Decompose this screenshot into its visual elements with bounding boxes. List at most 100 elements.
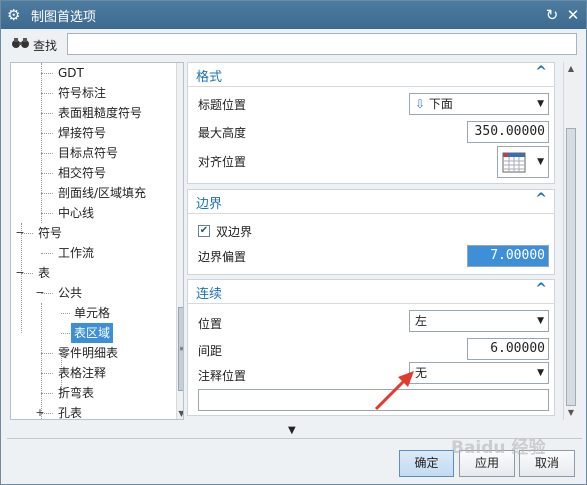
scroll-up-icon[interactable]: ▲ bbox=[564, 64, 578, 73]
tree-item[interactable]: − 公共 bbox=[11, 283, 176, 303]
settings-panel: 格式 ^ 标题位置 ⇩ 下面 ▼ 最大高度 350.00000 对齐位置 ▼ 边… bbox=[187, 62, 561, 420]
tree-connector bbox=[41, 193, 53, 194]
grip-icon: ≡ bbox=[179, 344, 183, 353]
position-select[interactable]: 左 ▼ bbox=[409, 310, 549, 332]
border-header[interactable]: 边界 ^ bbox=[188, 190, 554, 214]
tree-item-label: 表面粗糙度符号 bbox=[58, 106, 143, 120]
category-tree: + 孔表 折弯表 表格注释 零件明细表 表区域 单元格 − 公共 − 表工作流 − 符号 中心线 剖面线/区… bbox=[10, 62, 184, 420]
spacing-label: 间距 bbox=[198, 344, 223, 358]
title-bar: ⚙ 制图首选项 ↻ ✕ bbox=[1, 1, 586, 29]
tree-item[interactable]: 焊接符号 bbox=[11, 123, 176, 143]
tree-item[interactable]: 单元格 bbox=[11, 303, 176, 323]
collapse-icon[interactable]: − bbox=[15, 267, 25, 279]
note-position-select[interactable]: 无 ▼ bbox=[409, 362, 549, 384]
tree-item-label: 公共 bbox=[58, 286, 83, 300]
watermark: Baidu 经验 bbox=[451, 438, 546, 458]
expand-icon[interactable]: + bbox=[35, 407, 45, 419]
tree-connector bbox=[41, 393, 53, 394]
border-title: 边界 bbox=[196, 197, 223, 212]
collapse-icon[interactable]: ^ bbox=[535, 281, 547, 297]
calendar-icon bbox=[502, 151, 526, 179]
search-label: 查找 bbox=[33, 38, 58, 53]
title-position-value: 下面 bbox=[428, 97, 453, 111]
title-position-select[interactable]: ⇩ 下面 ▼ bbox=[409, 93, 549, 115]
preferences-dialog: ⚙ 制图首选项 ↻ ✕ 查找 + 孔表 折弯表 表格注释 零件明细表 表区域 单元格 − 公共 −… bbox=[0, 0, 587, 485]
tree-connector bbox=[41, 173, 53, 174]
tree-connector bbox=[41, 213, 53, 214]
format-header[interactable]: 格式 ^ bbox=[188, 63, 554, 87]
arrow-down-icon: ⇩ bbox=[415, 97, 426, 111]
note-position-label: 注释位置 bbox=[198, 369, 247, 383]
tree-item-label: 符号 bbox=[38, 226, 63, 240]
tree-item-label: 单元格 bbox=[74, 306, 111, 320]
scroll-down-icon[interactable]: ▼ bbox=[564, 408, 578, 417]
title-position-label: 标题位置 bbox=[198, 98, 247, 112]
tree-item[interactable]: 工作流 bbox=[11, 243, 176, 263]
tree-item-label: 表区域 bbox=[71, 323, 114, 343]
dropdown-icon: ▼ bbox=[537, 157, 544, 167]
tree-item[interactable]: 相交符号 bbox=[11, 163, 176, 183]
tree-item-label: 符号标注 bbox=[58, 86, 107, 100]
tree-connector bbox=[41, 253, 53, 254]
search-row: 查找 bbox=[1, 29, 586, 61]
align-position-select[interactable]: ▼ bbox=[497, 146, 549, 178]
tree-item[interactable]: − 表 bbox=[11, 263, 176, 283]
tree-item-label: 零件明细表 bbox=[58, 346, 119, 360]
tree-item[interactable]: 折弯表 bbox=[11, 383, 176, 403]
tree-item[interactable]: 表区域 bbox=[11, 323, 176, 343]
tree-item[interactable]: 表格注释 bbox=[11, 363, 176, 383]
tree-item-label: 孔表 bbox=[58, 406, 83, 420]
tree-item-label: 剖面线/区域填充 bbox=[58, 186, 147, 200]
tree-item-label: 工作流 bbox=[58, 246, 95, 260]
search-input[interactable] bbox=[67, 33, 577, 55]
tree-item[interactable]: 零件明细表 bbox=[11, 343, 176, 363]
max-height-field[interactable]: 350.00000 bbox=[467, 121, 549, 143]
tree-connector bbox=[41, 353, 53, 354]
tree-connector bbox=[61, 313, 70, 314]
tree-connector bbox=[41, 153, 53, 154]
collapse-icon[interactable]: − bbox=[15, 227, 25, 239]
tree-item[interactable]: 符号标注 bbox=[11, 83, 176, 103]
tree-item-label: GDT bbox=[58, 66, 84, 80]
tree-item[interactable]: 目标点符号 bbox=[11, 143, 176, 163]
tree-item-label: 中心线 bbox=[58, 206, 95, 220]
ok-button[interactable]: 确定 bbox=[399, 450, 454, 477]
tree-item-label: 表 bbox=[38, 266, 51, 280]
tree-item[interactable]: GDT bbox=[11, 63, 176, 83]
tree-item[interactable]: + 孔表 bbox=[11, 403, 176, 420]
tree-item[interactable]: 中心线 bbox=[11, 203, 176, 223]
panel-scrollbar[interactable]: ▲ ▼ bbox=[563, 62, 577, 420]
collapse-icon[interactable]: − bbox=[35, 287, 45, 299]
collapse-icon[interactable]: ^ bbox=[535, 64, 547, 80]
tree-connector bbox=[41, 373, 53, 374]
binoculars-icon bbox=[11, 36, 33, 54]
tree-item-label: 相交符号 bbox=[58, 166, 107, 180]
tree-item[interactable]: 剖面线/区域填充 bbox=[11, 183, 176, 203]
dropdown-icon: ▼ bbox=[537, 368, 544, 378]
scroll-down-icon[interactable]: ▼ bbox=[177, 409, 183, 418]
collapse-icon[interactable]: ^ bbox=[535, 191, 547, 207]
border-offset-field[interactable]: 7.00000 bbox=[467, 245, 549, 267]
format-title: 格式 bbox=[196, 70, 223, 85]
expand-down-icon[interactable]: ▼ bbox=[288, 425, 296, 436]
position-value: 左 bbox=[415, 314, 428, 328]
continuation-header[interactable]: 连续 ^ bbox=[188, 280, 554, 304]
continuation-title: 连续 bbox=[196, 287, 223, 302]
panel-scroll-thumb[interactable] bbox=[566, 128, 576, 406]
double-border-label: 双边界 bbox=[216, 225, 253, 239]
double-border-checkbox[interactable]: ✔ bbox=[198, 225, 210, 237]
continuation-section: 连续 ^ 位置 左 ▼ 间距 6.00000 注释位置 无 ▼ bbox=[187, 279, 555, 416]
tree-item[interactable]: − 符号 bbox=[11, 223, 176, 243]
tree-connector bbox=[61, 333, 70, 334]
tree-scrollbar[interactable]: ≡ ▼ bbox=[176, 63, 183, 419]
reset-icon[interactable]: ↻ bbox=[543, 6, 561, 24]
dropdown-icon: ▼ bbox=[537, 99, 544, 109]
spacing-field[interactable]: 6.00000 bbox=[467, 338, 549, 360]
tree-item[interactable]: 表面粗糙度符号 bbox=[11, 103, 176, 123]
tree-scroll-thumb[interactable]: ≡ bbox=[178, 307, 183, 391]
close-icon[interactable]: ✕ bbox=[564, 6, 582, 24]
border-offset-label: 边界偏置 bbox=[198, 250, 247, 264]
dropdown-icon: ▼ bbox=[537, 316, 544, 326]
position-label: 位置 bbox=[198, 317, 223, 331]
align-position-label: 对齐位置 bbox=[198, 155, 247, 169]
